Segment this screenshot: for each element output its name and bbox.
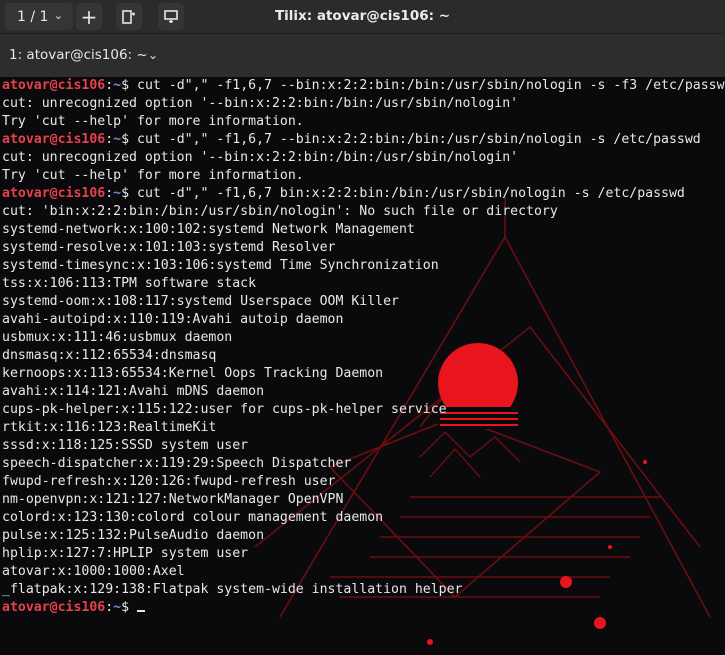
terminal-tab-bar: 1: atovar@cis106: ~ ⌄ — [0, 34, 725, 78]
output-text: speech-dispatcher:x:119:29:Speech Dispat… — [2, 456, 352, 471]
output-line: _flatpak:x:129:138:Flatpak system-wide i… — [2, 581, 725, 599]
output-text: rtkit:x:116:123:RealtimeKit — [2, 420, 217, 435]
output-text: cups-pk-helper:x:115:122:user for cups-p… — [2, 402, 447, 417]
output-text: kernoops:x:113:65534:Kernel Oops Trackin… — [2, 366, 384, 381]
prompt-separator: : — [105, 600, 114, 615]
prompt-line: atovar@cis106:~$ cut -d"," -f1,6,7 --bin… — [2, 77, 725, 95]
output-text: cut: unrecognized option '--bin:x:2:2:bi… — [2, 150, 519, 165]
output-line: systemd-resolve:x:101:103:systemd Resolv… — [2, 239, 725, 257]
output-text: systemd-resolve:x:101:103:systemd Resolv… — [2, 240, 336, 255]
output-text: avahi:x:114:121:Avahi mDNS daemon — [2, 384, 265, 399]
output-line: avahi-autoipd:x:110:119:Avahi autoip dae… — [2, 311, 725, 329]
output-line: cut: 'bin:x:2:2:bin:/bin:/usr/sbin/nolog… — [2, 203, 725, 221]
output-line: cut: unrecognized option '--bin:x:2:2:bi… — [2, 149, 725, 167]
prompt-user: atovar@cis106 — [2, 186, 106, 201]
output-line: cut: unrecognized option '--bin:x:2:2:bi… — [2, 95, 725, 113]
output-text: dnsmasq:x:112:65534:dnsmasq — [2, 348, 217, 363]
titlebar: 1 / 1 ⌄ + Tilix: atovar@cis106: ~ — [0, 0, 725, 34]
text-cursor — [137, 610, 146, 612]
command-text: cut -d"," -f1,6,7 bin:x:2:2:bin:/bin:/us… — [137, 186, 685, 201]
prompt-separator: : — [105, 78, 114, 93]
terminal-tab-label[interactable]: 1: atovar@cis106: ~ — [9, 47, 148, 63]
chevron-down-icon[interactable]: ⌄ — [148, 48, 158, 62]
prompt-path: ~ — [113, 78, 122, 93]
output-line: hplip:x:127:7:HPLIP system user — [2, 545, 725, 563]
prompt-user: atovar@cis106 — [2, 132, 106, 147]
prompt-line: atovar@cis106:~$ cut -d"," -f1,6,7 --bin… — [2, 131, 725, 149]
output-text: cut: unrecognized option '--bin:x:2:2:bi… — [2, 96, 519, 111]
output-line: systemd-timesync:x:103:106:systemd Time … — [2, 257, 725, 275]
output-text: fwupd-refresh:x:120:126:fwupd-refresh us… — [2, 474, 336, 489]
command-text: cut -d"," -f1,6,7 --bin:x:2:2:bin:/bin:/… — [137, 132, 701, 147]
output-text: atovar:x:1000:1000:Axel — [2, 564, 185, 579]
output-line: avahi:x:114:121:Avahi mDNS daemon — [2, 383, 725, 401]
output-line: atovar:x:1000:1000:Axel — [2, 563, 725, 581]
prompt-symbol: $ — [121, 186, 138, 201]
prompt-user: atovar@cis106 — [2, 78, 106, 93]
output-text: colord:x:123:130:colord colour managemen… — [2, 510, 384, 525]
output-text: systemd-network:x:100:102:systemd Networ… — [2, 222, 415, 237]
prompt-symbol: $ — [121, 600, 138, 615]
terminal-area[interactable]: atovar@cis106:~$ cut -d"," -f1,6,7 --bin… — [0, 77, 725, 655]
prompt-path: ~ — [113, 186, 122, 201]
window-title: Tilix: atovar@cis106: ~ — [274, 8, 451, 24]
prompt-path: ~ — [113, 600, 122, 615]
output-text: _flatpak:x:129:138:Flatpak system-wide i… — [2, 582, 463, 597]
output-line: sssd:x:118:125:SSSD system user — [2, 437, 725, 455]
output-line: tss:x:106:113:TPM software stack — [2, 275, 725, 293]
output-line: pulse:x:125:132:PulseAudio daemon — [2, 527, 725, 545]
output-text: Try 'cut --help' for more information. — [2, 114, 304, 129]
output-line: systemd-oom:x:108:117:systemd Userspace … — [2, 293, 725, 311]
terminal-output: atovar@cis106:~$ cut -d"," -f1,6,7 --bin… — [2, 77, 725, 617]
output-text: tss:x:106:113:TPM software stack — [2, 276, 257, 291]
prompt-line: atovar@cis106:~$ cut -d"," -f1,6,7 bin:x… — [2, 185, 725, 203]
output-line: Try 'cut --help' for more information. — [2, 113, 725, 131]
prompt-line: atovar@cis106:~$ — [2, 599, 725, 617]
output-text: systemd-timesync:x:103:106:systemd Time … — [2, 258, 439, 273]
command-text: cut -d"," -f1,6,7 --bin:x:2:2:bin:/bin:/… — [137, 78, 725, 93]
output-line: cups-pk-helper:x:115:122:user for cups-p… — [2, 401, 725, 419]
output-line: dnsmasq:x:112:65534:dnsmasq — [2, 347, 725, 365]
output-line: fwupd-refresh:x:120:126:fwupd-refresh us… — [2, 473, 725, 491]
output-line: usbmux:x:111:46:usbmux daemon — [2, 329, 725, 347]
output-text: avahi-autoipd:x:110:119:Avahi autoip dae… — [2, 312, 344, 327]
output-text: nm-openvpn:x:121:127:NetworkManager Open… — [2, 492, 344, 507]
prompt-symbol: $ — [121, 78, 138, 93]
output-line: systemd-network:x:100:102:systemd Networ… — [2, 221, 725, 239]
prompt-path: ~ — [113, 132, 122, 147]
output-text: hplip:x:127:7:HPLIP system user — [2, 546, 249, 561]
output-line: rtkit:x:116:123:RealtimeKit — [2, 419, 725, 437]
output-line: Try 'cut --help' for more information. — [2, 167, 725, 185]
prompt-separator: : — [105, 132, 114, 147]
prompt-separator: : — [105, 186, 114, 201]
output-text: Try 'cut --help' for more information. — [2, 168, 304, 183]
output-text: pulse:x:125:132:PulseAudio daemon — [2, 528, 265, 543]
output-text: usbmux:x:111:46:usbmux daemon — [2, 330, 233, 345]
output-line: speech-dispatcher:x:119:29:Speech Dispat… — [2, 455, 725, 473]
prompt-user: atovar@cis106 — [2, 600, 106, 615]
output-text: cut: 'bin:x:2:2:bin:/bin:/usr/sbin/nolog… — [2, 204, 558, 219]
output-line: nm-openvpn:x:121:127:NetworkManager Open… — [2, 491, 725, 509]
output-text: sssd:x:118:125:SSSD system user — [2, 438, 249, 453]
output-text: systemd-oom:x:108:117:systemd Userspace … — [2, 294, 399, 309]
output-line: colord:x:123:130:colord colour managemen… — [2, 509, 725, 527]
prompt-symbol: $ — [121, 132, 138, 147]
output-line: kernoops:x:113:65534:Kernel Oops Trackin… — [2, 365, 725, 383]
